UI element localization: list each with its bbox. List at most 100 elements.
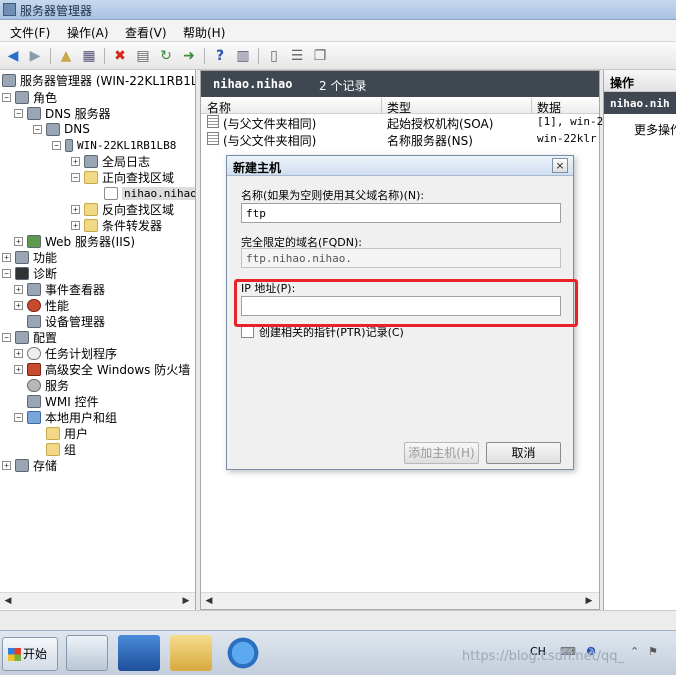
tree-label: 性能 — [45, 298, 70, 313]
collapse-icon[interactable]: − — [71, 172, 80, 182]
toolbar: ◀ ▶ ▲ ▦ ✖ ▤ ↻ ➜ ? ▥ ▯ ☰ ❐ — [0, 42, 676, 70]
collapse-icon[interactable]: − — [2, 92, 11, 102]
roles-icon — [15, 90, 29, 104]
record-icon[interactable]: ▯ — [265, 47, 283, 65]
tree-item-dns-server[interactable]: − DNS 服务器 — [14, 105, 111, 121]
add-host-button[interactable]: 添加主机(H) — [404, 442, 479, 464]
tree-item-event-viewer[interactable]: + 事件查看器 — [14, 281, 105, 297]
results-horizontal-scrollbar[interactable]: ◀ ▶ — [201, 592, 599, 609]
tree-item-dns[interactable]: − DNS — [33, 121, 90, 137]
delete-icon[interactable]: ✖ — [111, 47, 129, 65]
powershell-icon[interactable] — [118, 635, 160, 671]
tree-item-local-users[interactable]: − 本地用户和组 — [14, 409, 117, 425]
tree-item-device-manager[interactable]: 设备管理器 — [27, 313, 105, 329]
table-row[interactable]: (与父文件夹相同) 起始授权机构(SOA) [1], win-2 — [201, 114, 603, 131]
show-hidden-icon[interactable]: ⌃ — [630, 645, 639, 658]
tree-horizontal-scrollbar[interactable]: ◀ ▶ — [0, 592, 195, 609]
internet-explorer-icon[interactable] — [222, 635, 264, 671]
menu-action[interactable]: 操作(A) — [67, 24, 109, 41]
menu-file[interactable]: 文件(F) — [10, 24, 50, 41]
tree-item-zone[interactable]: nihao.nihao — [104, 185, 195, 201]
tree-item-forward-zone[interactable]: − 正向查找区域 — [71, 169, 174, 185]
expand-icon[interactable]: + — [14, 236, 23, 246]
tree-item-web-server[interactable]: + Web 服务器(IIS) — [14, 233, 135, 249]
tree-item-conditional[interactable]: + 条件转发器 — [71, 217, 162, 233]
tree-item-wmi[interactable]: WMI 控件 — [27, 393, 99, 409]
help-icon[interactable]: ? — [211, 47, 229, 65]
expand-icon[interactable]: + — [2, 460, 11, 470]
panel-icon[interactable]: ▥ — [234, 47, 252, 65]
tree-item-users[interactable]: 用户 — [46, 425, 88, 441]
up-folder-icon[interactable]: ▲ — [57, 47, 75, 65]
record-type: 名称服务器(NS) — [387, 134, 473, 148]
record-name: (与父文件夹相同) — [223, 117, 317, 131]
tree-item-task-scheduler[interactable]: + 任务计划程序 — [14, 345, 117, 361]
results-header: nihao.nihao 2 个记录 — [201, 71, 599, 97]
tree-item-performance[interactable]: + 性能 — [14, 297, 69, 313]
menu-help[interactable]: 帮助(H) — [183, 24, 225, 41]
menu-view[interactable]: 查看(V) — [125, 24, 167, 41]
explorer-icon[interactable] — [170, 635, 212, 671]
expand-icon[interactable]: + — [14, 348, 23, 358]
expand-icon[interactable]: + — [14, 300, 23, 310]
tree-label: nihao.nihao — [122, 186, 195, 200]
tree-label: 本地用户和组 — [45, 410, 118, 425]
copy-icon[interactable]: ❐ — [311, 47, 329, 65]
export-icon[interactable]: ➜ — [180, 47, 198, 65]
expand-icon[interactable]: + — [71, 220, 80, 230]
name-field[interactable] — [241, 203, 561, 223]
tree-item-firewall[interactable]: + 高级安全 Windows 防火墙 — [14, 361, 190, 377]
tree-item-features[interactable]: + 功能 — [2, 249, 57, 265]
server-manager-icon — [3, 3, 16, 16]
tree-item-reverse-zone[interactable]: + 反向查找区域 — [71, 201, 174, 217]
tree-item-services[interactable]: 服务 — [27, 377, 69, 393]
record-count: 2 个记录 — [319, 79, 367, 93]
scroll-left-icon[interactable]: ◀ — [2, 595, 14, 607]
collapse-icon[interactable]: − — [2, 332, 11, 342]
tree-item-groups[interactable]: 组 — [46, 441, 76, 457]
expand-icon[interactable]: + — [14, 284, 23, 294]
list-icon[interactable]: ☰ — [288, 47, 306, 65]
show-hide-tree-icon[interactable]: ▦ — [80, 47, 98, 65]
tree-item-storage[interactable]: + 存储 — [2, 457, 57, 473]
back-icon[interactable]: ◀ — [4, 47, 22, 65]
scroll-right-icon[interactable]: ▶ — [180, 595, 192, 607]
configuration-icon — [15, 330, 29, 344]
collapse-icon[interactable]: − — [52, 140, 61, 150]
diagnostics-icon — [15, 266, 29, 280]
tree-root[interactable]: 服务器管理器 (WIN-22KL1RB1LB8) — [2, 72, 195, 88]
tree-item-global-log[interactable]: + 全局日志 — [71, 153, 150, 169]
collapse-icon[interactable]: − — [14, 412, 23, 422]
folder-icon — [84, 218, 98, 232]
scroll-right-icon[interactable]: ▶ — [583, 595, 595, 607]
performance-icon — [27, 298, 41, 312]
properties-icon[interactable]: ▤ — [134, 47, 152, 65]
collapse-icon[interactable]: − — [14, 108, 23, 118]
more-actions-link[interactable]: 更多操作 — [634, 121, 676, 138]
expand-icon[interactable]: + — [14, 364, 23, 374]
folder-icon — [84, 170, 98, 184]
record-icon — [207, 132, 219, 145]
expand-icon[interactable]: + — [71, 204, 80, 214]
collapse-icon[interactable]: − — [2, 268, 11, 278]
expand-icon[interactable]: + — [2, 252, 11, 262]
zone-title: nihao.nihao — [213, 77, 293, 91]
flag-tray-icon[interactable]: ⚑ — [648, 645, 658, 658]
server-manager-taskbar-icon[interactable] — [66, 635, 108, 671]
collapse-icon[interactable]: − — [33, 124, 42, 134]
tree-label: 配置 — [33, 330, 58, 345]
start-button[interactable]: 开始 — [2, 637, 58, 671]
expand-icon[interactable]: + — [71, 156, 80, 166]
cancel-button[interactable]: 取消 — [486, 442, 561, 464]
refresh-icon[interactable]: ↻ — [157, 47, 175, 65]
table-row[interactable]: (与父文件夹相同) 名称服务器(NS) win-22klr — [201, 131, 599, 148]
ip-highlight-box — [234, 279, 578, 327]
scroll-left-icon[interactable]: ◀ — [203, 595, 215, 607]
tree-item-roles[interactable]: − 角色 — [2, 89, 57, 105]
folder-icon — [84, 202, 98, 216]
forward-icon[interactable]: ▶ — [26, 47, 44, 65]
close-icon[interactable]: × — [552, 158, 568, 173]
tree-item-host[interactable]: − WIN-22KL1RB1LB8 — [52, 137, 176, 153]
tree-item-diagnostics[interactable]: − 诊断 — [2, 265, 57, 281]
tree-item-configuration[interactable]: − 配置 — [2, 329, 57, 345]
